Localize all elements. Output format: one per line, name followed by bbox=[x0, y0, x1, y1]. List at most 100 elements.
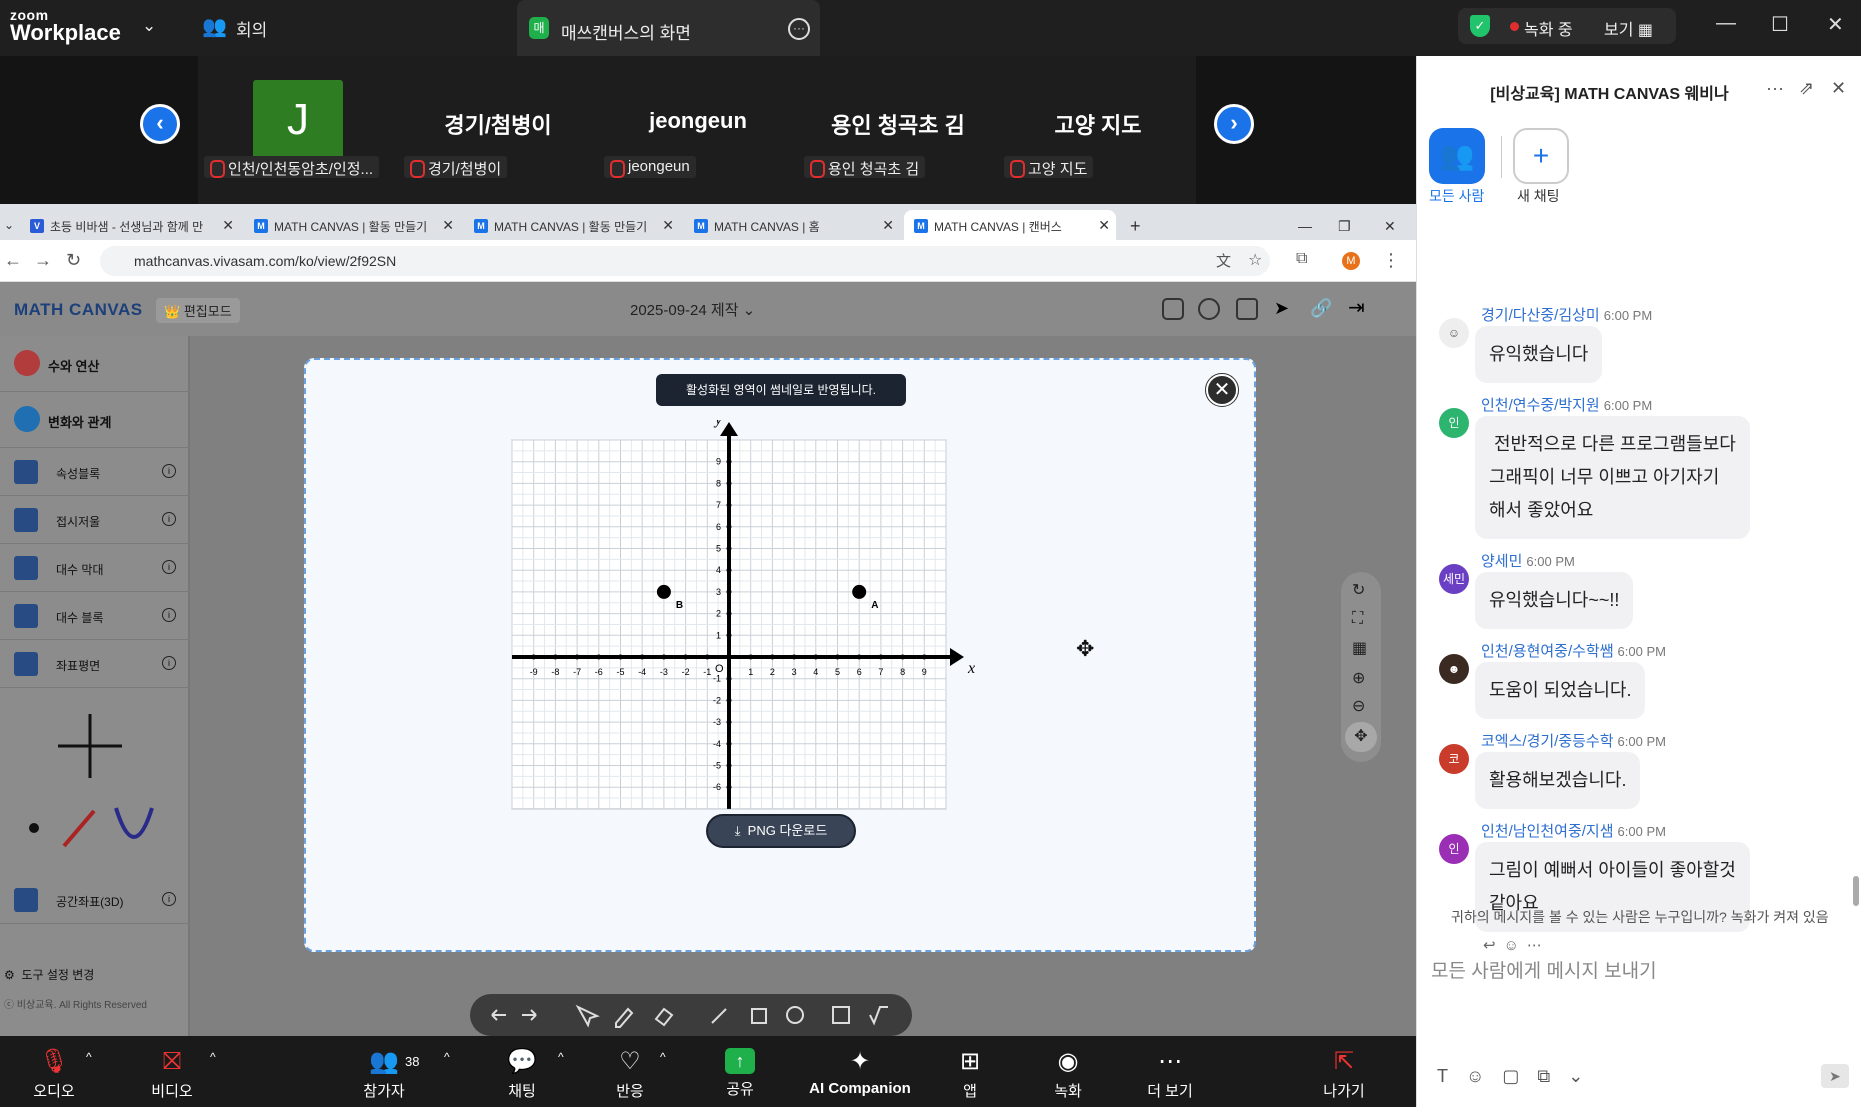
modal-close-icon[interactable]: ✕ bbox=[1205, 373, 1239, 407]
send-icon[interactable]: ➤ bbox=[1274, 298, 1296, 320]
audio-options-chevron-icon[interactable]: ^ bbox=[86, 1050, 92, 1064]
curve-preset[interactable] bbox=[114, 807, 154, 839]
forward-icon[interactable]: → bbox=[34, 250, 52, 271]
chevron-down-icon[interactable]: ⌄ bbox=[142, 16, 156, 36]
info-icon[interactable]: i bbox=[162, 560, 176, 574]
zoom-out-icon[interactable]: ⊖ bbox=[1352, 696, 1365, 716]
chat-message-input[interactable]: 모든 사람에게 메시지 보내기 bbox=[1431, 956, 1851, 983]
prev-page-icon[interactable]: ‹ bbox=[140, 104, 180, 144]
close-tab-icon[interactable]: ✕ bbox=[882, 217, 894, 234]
maximize-icon[interactable]: ☐ bbox=[1771, 12, 1789, 37]
browser-tab[interactable]: M MATH CANVAS | 활동 만들기 ✕ bbox=[464, 210, 680, 240]
participant-tile[interactable]: 고양 지도 고양 지도 bbox=[998, 56, 1198, 204]
settings-gear-icon[interactable] bbox=[1198, 298, 1220, 320]
back-icon[interactable]: ← bbox=[4, 250, 22, 271]
close-tab-icon[interactable]: ✕ bbox=[662, 217, 674, 234]
select-arrow-icon[interactable] bbox=[575, 1004, 600, 1028]
browser-tab[interactable]: M MATH CANVAS | 활동 만들기 ✕ bbox=[244, 210, 460, 240]
camera-icon[interactable] bbox=[1162, 298, 1184, 320]
new-chat-icon[interactable]: + bbox=[1513, 128, 1569, 184]
ai-companion-button[interactable]: ✦ AI Companion bbox=[800, 1036, 920, 1107]
zoom-in-icon[interactable]: ⊕ bbox=[1352, 668, 1365, 688]
new-tab-icon[interactable]: + bbox=[1122, 208, 1152, 238]
participant-tile[interactable]: J 인천/인천동암초/인정... bbox=[198, 56, 398, 204]
tool-coordinate-plane[interactable]: 좌표평면 i bbox=[0, 640, 190, 688]
browser-tab[interactable]: M MATH CANVAS | 홈 ✕ bbox=[684, 210, 900, 240]
record-button[interactable]: ◉ 녹화 bbox=[1018, 1036, 1118, 1107]
profile-avatar[interactable]: M bbox=[1342, 252, 1360, 270]
category-number-operations[interactable]: 수와 연산 bbox=[0, 336, 190, 392]
undo-icon[interactable] bbox=[491, 1009, 506, 1021]
screenshot-icon[interactable]: ⧉⌄ bbox=[1537, 1066, 1601, 1086]
point-preset[interactable] bbox=[29, 823, 39, 833]
participants-button[interactable]: 👥 참가자 bbox=[334, 1036, 434, 1107]
close-tab-icon[interactable]: ✕ bbox=[222, 217, 234, 234]
more-button[interactable]: ⋯ 더 보기 bbox=[1120, 1036, 1220, 1107]
exit-icon[interactable]: ⇥ bbox=[1348, 298, 1370, 320]
participant-tile[interactable]: 용인 청곡초 김 용인 청곡초 김 bbox=[798, 56, 998, 204]
circle-tool-icon[interactable] bbox=[786, 1006, 804, 1024]
browser-menu-icon[interactable]: ⋮ bbox=[1382, 250, 1400, 271]
visibility-notice[interactable]: 귀하의 메시지를 볼 수 있는 사람은 누구입니까? 녹화가 켜져 있음 bbox=[1427, 908, 1857, 926]
pan-icon[interactable]: ✥ bbox=[1345, 722, 1377, 752]
meeting-tab[interactable]: 회의 bbox=[236, 16, 267, 41]
message-actions[interactable]: ↩☺⋯ bbox=[1483, 936, 1550, 954]
info-icon[interactable]: i bbox=[162, 656, 176, 670]
bookmark-star-icon[interactable]: ☆ bbox=[1248, 250, 1262, 270]
tool-attribute-blocks[interactable]: 속성블록 i bbox=[0, 448, 190, 496]
close-window-icon[interactable]: ✕ bbox=[1376, 210, 1406, 240]
next-page-icon[interactable]: › bbox=[1214, 104, 1254, 144]
coordinate-plane-chart[interactable]: -9 -8 -7 -6 -5 -4 -3 -2 -1 1 2 3 4 5 6 7 8 9 -6 -5 -4 -3 -2 -1 1… bbox=[506, 420, 986, 820]
text-tool-icon[interactable] bbox=[832, 1006, 850, 1024]
everyone-icon[interactable]: 👥 bbox=[1429, 128, 1485, 184]
participant-tile[interactable]: 경기/첨병이 경기/첨병이 bbox=[398, 56, 598, 204]
refresh-icon[interactable]: ↻ bbox=[1352, 580, 1365, 600]
shape-presets[interactable] bbox=[24, 796, 164, 856]
audio-button[interactable]: 🎙 오디오 bbox=[4, 1036, 104, 1107]
tab-everyone[interactable]: 모든 사람 bbox=[1429, 186, 1484, 206]
file-icon[interactable]: ▢ bbox=[1502, 1066, 1537, 1086]
line-tool-icon[interactable] bbox=[711, 1008, 727, 1024]
close-chat-icon[interactable]: ✕ bbox=[1831, 78, 1846, 99]
recording-status[interactable]: ✓ 녹화 중 보기 ▦ bbox=[1458, 8, 1676, 44]
save-icon[interactable] bbox=[1236, 298, 1258, 320]
grid-icon[interactable]: ▦ bbox=[1352, 638, 1367, 658]
png-download-button[interactable]: ⤓ PNG 다운로드 bbox=[706, 814, 856, 848]
more-options-icon[interactable]: ··· bbox=[788, 18, 810, 40]
link-icon[interactable]: 🔗 bbox=[1310, 298, 1332, 320]
pen-icon[interactable] bbox=[615, 1007, 634, 1028]
browser-tab-active[interactable]: M MATH CANVAS | 캔버스 ✕ bbox=[904, 210, 1116, 240]
browser-tab[interactable]: V 초등 비바샘 - 선생님과 함께 만 ✕ bbox=[20, 210, 240, 240]
url-input[interactable]: mathcanvas.vivasam.com/ko/view/2f92SN bbox=[100, 246, 1270, 276]
extensions-icon[interactable]: ⧉ bbox=[1296, 250, 1307, 268]
text-format-icon[interactable]: T bbox=[1437, 1066, 1466, 1086]
redo-icon[interactable] bbox=[522, 1009, 537, 1021]
close-tab-icon[interactable]: ✕ bbox=[1098, 217, 1110, 234]
line-preset[interactable] bbox=[62, 809, 96, 848]
participants-chevron-icon[interactable]: ^ bbox=[444, 1050, 450, 1064]
info-icon[interactable]: i bbox=[162, 608, 176, 622]
coordinate-plane-thumbnail[interactable] bbox=[50, 706, 130, 786]
video-button[interactable]: ⛝ 비디오 bbox=[122, 1036, 222, 1107]
minimize-icon[interactable]: — bbox=[1716, 12, 1736, 35]
tool-balance-scale[interactable]: 접시저울 i bbox=[0, 496, 190, 544]
reactions-chevron-icon[interactable]: ^ bbox=[660, 1050, 666, 1064]
tool-algebra-bar[interactable]: 대수 막대 i bbox=[0, 544, 190, 592]
translate-icon[interactable]: 文 bbox=[1216, 250, 1231, 271]
tool-space-coordinates-3d[interactable]: 공간좌표(3D) i bbox=[0, 876, 190, 924]
view-button[interactable]: 보기 ▦ bbox=[1604, 16, 1653, 40]
chat-scrollbar[interactable] bbox=[1853, 876, 1859, 906]
tool-algebra-block[interactable]: 대수 블록 i bbox=[0, 592, 190, 640]
fullscreen-icon[interactable]: ⛶ bbox=[1352, 610, 1363, 628]
restore-icon[interactable]: ❐ bbox=[1330, 210, 1360, 240]
share-button[interactable]: ↑ 공유 bbox=[690, 1036, 790, 1107]
reload-icon[interactable]: ↻ bbox=[66, 250, 81, 271]
minimize-icon[interactable]: — bbox=[1290, 210, 1320, 240]
category-change-relation[interactable]: 변화와 관계 bbox=[0, 392, 190, 448]
more-options-icon[interactable]: ··· bbox=[1766, 78, 1784, 99]
close-tab-icon[interactable]: ✕ bbox=[442, 217, 454, 234]
mathcanvas-logo[interactable]: MATH CANVAS bbox=[14, 300, 143, 320]
formula-tool-icon[interactable] bbox=[869, 1006, 888, 1026]
chat-button[interactable]: 💬 채팅 bbox=[472, 1036, 572, 1107]
leave-button[interactable]: ⇱ 나가기 bbox=[1294, 1036, 1394, 1107]
